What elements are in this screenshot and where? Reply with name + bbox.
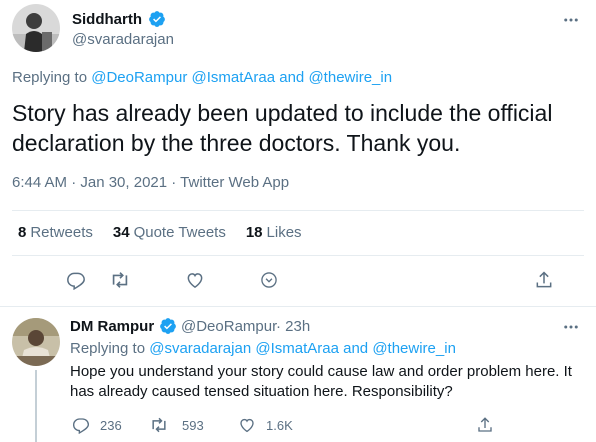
replying-to: Replying to @DeoRampur @IsmatAraa and @t… bbox=[12, 69, 392, 86]
quote-tweets-stat[interactable]: 34 Quote Tweets bbox=[113, 224, 226, 241]
like-icon[interactable] bbox=[184, 269, 206, 291]
retweet-icon[interactable] bbox=[109, 269, 131, 291]
avatar[interactable] bbox=[12, 4, 60, 52]
mention-link[interactable]: @IsmatAraa bbox=[255, 340, 339, 357]
retweet-count: 593 bbox=[182, 418, 204, 433]
reply-replying-to: Replying to @svaradarajan @IsmatAraa and… bbox=[70, 340, 456, 357]
author-name[interactable]: Siddharth bbox=[72, 11, 142, 28]
reply-author-handle[interactable]: @DeoRampur bbox=[181, 318, 277, 335]
mention-link[interactable]: @thewire_in bbox=[308, 69, 392, 86]
mention-link[interactable]: @svaradarajan bbox=[149, 340, 251, 357]
retweets-label: Retweets bbox=[30, 224, 93, 241]
engagement-stats: 8 Retweets 34 Quote Tweets 18 Likes bbox=[18, 224, 322, 241]
reply-tweet-text: Hope you understand your story could cau… bbox=[70, 363, 572, 400]
divider bbox=[12, 255, 584, 256]
main-tweet: Siddharth @svaradarajan Replying to @Deo… bbox=[0, 0, 596, 307]
likes-count: 18 bbox=[245, 224, 263, 241]
share-icon[interactable] bbox=[533, 269, 555, 291]
reply-count: 236 bbox=[100, 418, 122, 433]
retweet-icon[interactable] bbox=[148, 414, 170, 436]
divider bbox=[12, 210, 584, 211]
tweet-text: Story has already been updated to includ… bbox=[12, 100, 553, 156]
verified-badge-icon bbox=[159, 317, 177, 335]
mention-link[interactable]: @DeoRampur bbox=[91, 69, 187, 86]
retweets-count: 8 bbox=[18, 224, 27, 241]
reply-author-name[interactable]: DM Rampur bbox=[70, 318, 154, 335]
retweets-stat[interactable]: 8 Retweets bbox=[18, 224, 93, 241]
like-count: 1.6K bbox=[266, 418, 293, 433]
quote-count: 34 bbox=[112, 224, 130, 241]
caret-icon[interactable] bbox=[258, 269, 280, 291]
likes-label: Likes bbox=[266, 224, 302, 241]
mention-conjunction: and bbox=[279, 69, 305, 86]
author-handle[interactable]: @svaradarajan bbox=[72, 31, 174, 48]
more-options-icon[interactable] bbox=[560, 9, 582, 31]
reply-icon[interactable] bbox=[70, 414, 92, 436]
reply-avatar[interactable] bbox=[12, 318, 60, 366]
replying-label: Replying to bbox=[12, 69, 88, 86]
quote-label: Quote Tweets bbox=[133, 224, 226, 241]
likes-stat[interactable]: 18 Likes bbox=[246, 224, 302, 241]
thread-line bbox=[35, 370, 37, 442]
more-options-icon[interactable] bbox=[560, 316, 582, 338]
mention-link[interactable]: @thewire_in bbox=[372, 340, 456, 357]
like-icon[interactable] bbox=[236, 414, 258, 436]
verified-badge-icon bbox=[148, 10, 166, 28]
replying-label: Replying to bbox=[70, 340, 146, 357]
reply-icon[interactable] bbox=[65, 269, 87, 291]
mention-link[interactable]: @IsmatAraa bbox=[191, 69, 275, 86]
reply-time-ago[interactable]: · 23h bbox=[276, 318, 310, 335]
share-icon[interactable] bbox=[474, 414, 496, 436]
tweet-timestamp[interactable]: 6:44 AM · Jan 30, 2021 · Twitter Web App bbox=[12, 174, 289, 191]
mention-conjunction: and bbox=[343, 340, 369, 357]
